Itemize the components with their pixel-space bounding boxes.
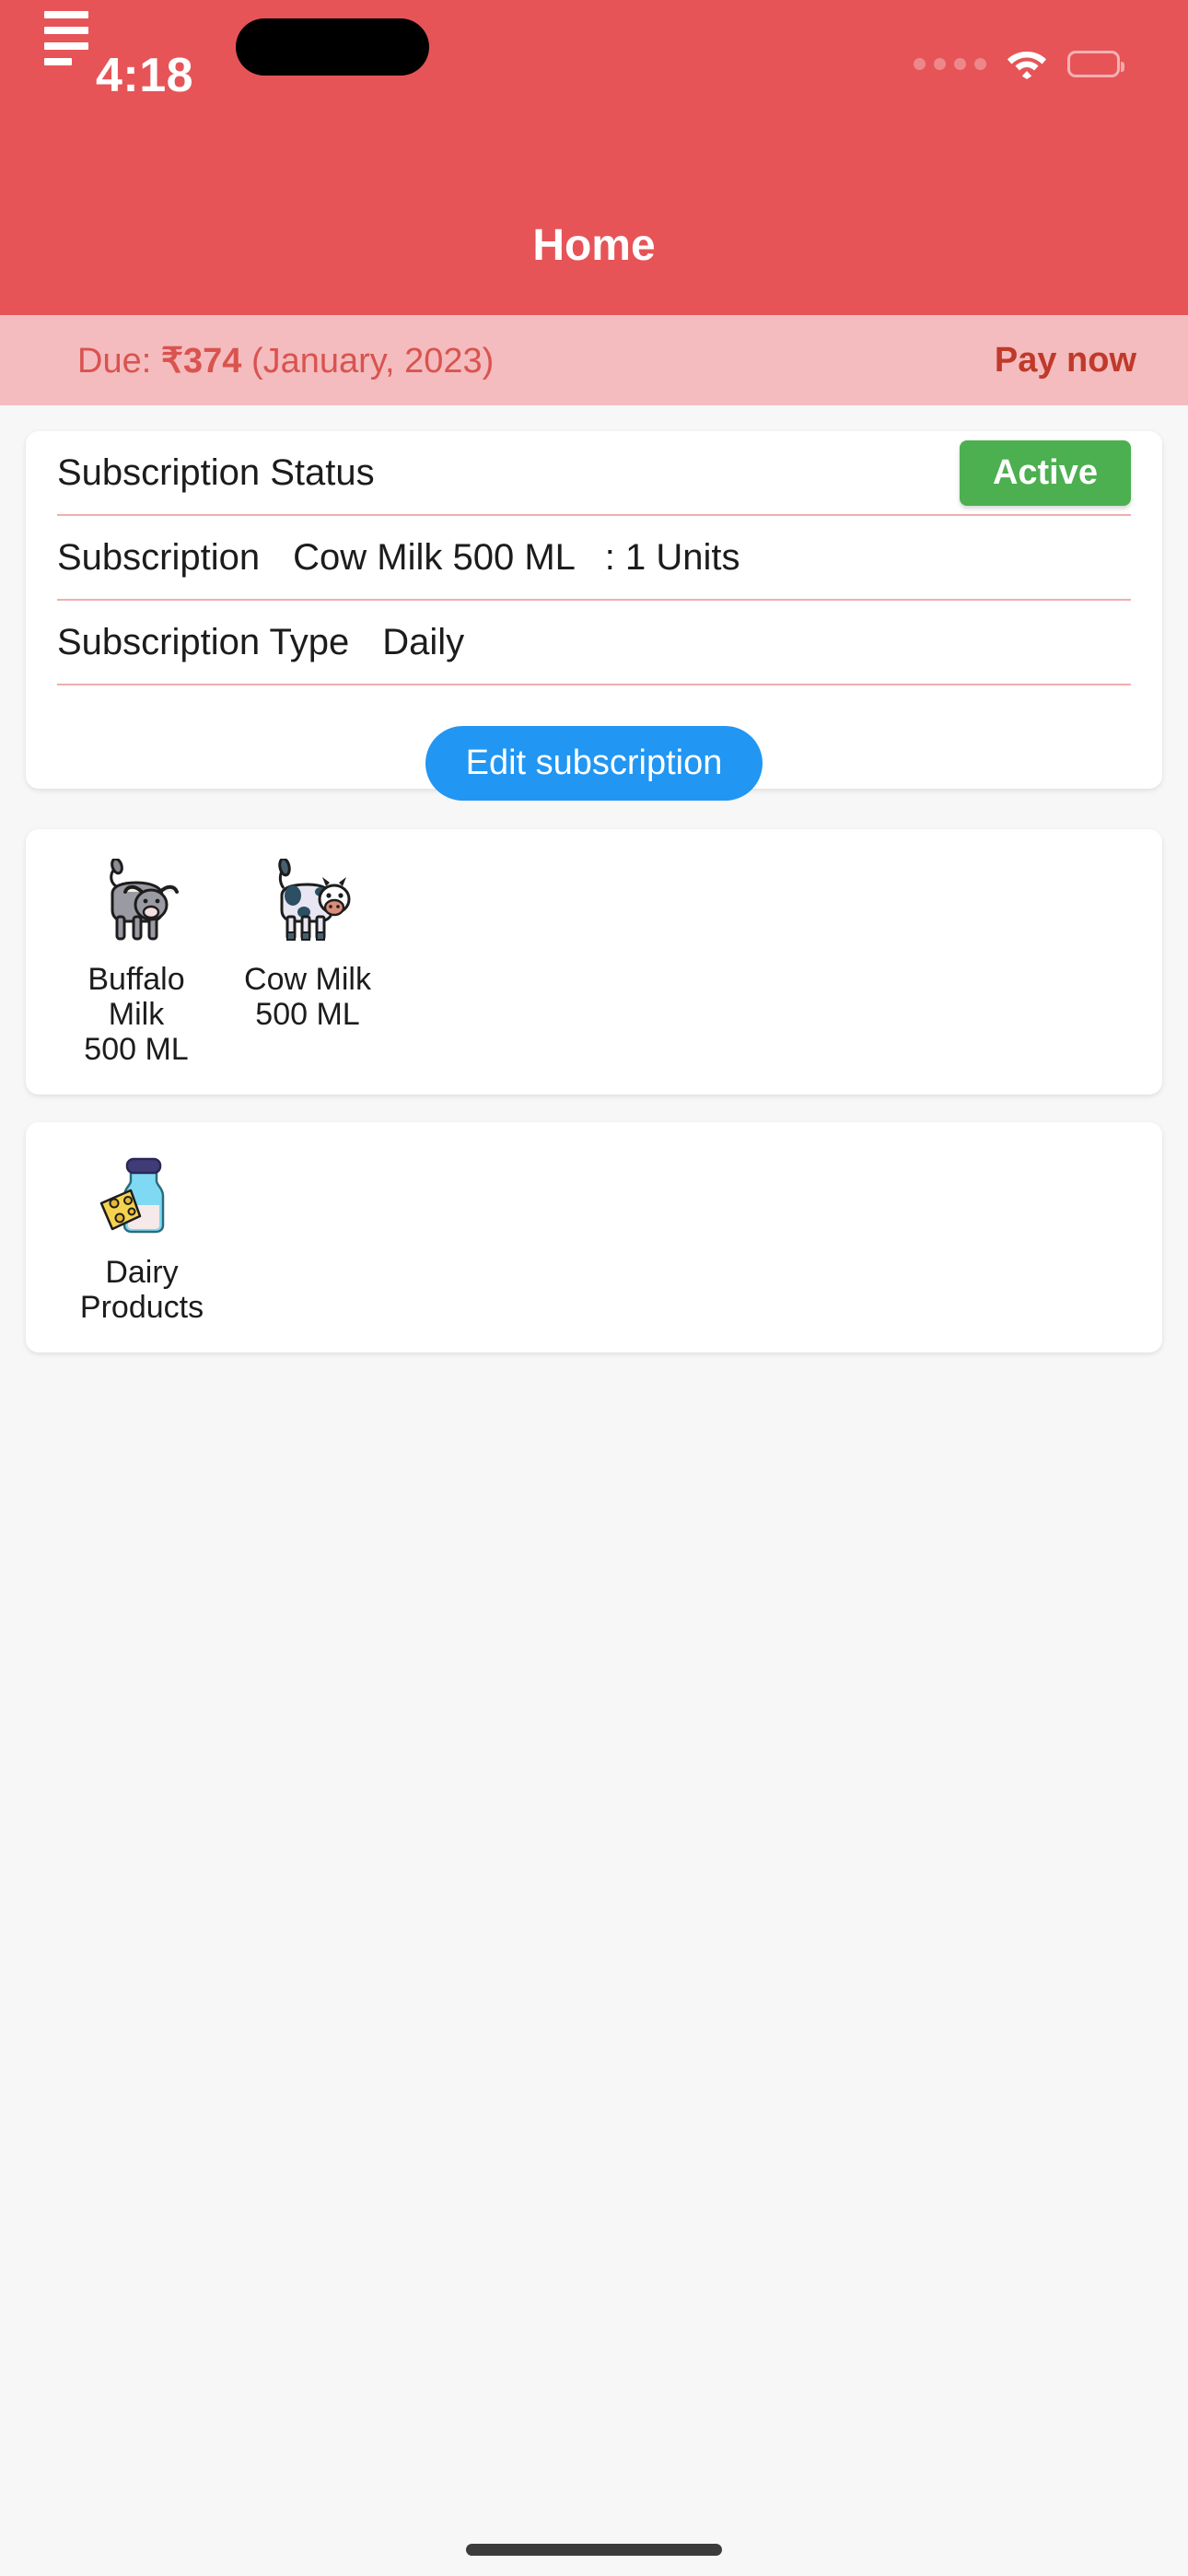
product-name: Dairy: [105, 1255, 179, 1291]
product-size: 500 ML: [84, 1032, 189, 1068]
product-label: Dairy Products: [57, 1255, 227, 1325]
due-prefix: Due:: [77, 341, 161, 381]
phone-screen: 4:18 Home Due: ₹374 (January, 2023) Pay …: [0, 0, 1188, 2576]
subscription-value: Cow Milk 500 ML : 1 Units: [293, 536, 740, 578]
product-label: Cow Milk 500 ML: [228, 962, 387, 1032]
edit-subscription-button[interactable]: Edit subscription: [425, 726, 763, 801]
product-name: Cow Milk: [244, 962, 371, 997]
signal-dots-icon: [914, 57, 986, 70]
product-item-buffalo-milk[interactable]: Buffalo Milk 500 ML: [57, 853, 215, 1067]
due-period: (January, 2023): [241, 341, 495, 381]
due-banner: Due: ₹374 (January, 2023) Pay now: [0, 315, 1188, 405]
edit-subscription-row: Edit subscription: [57, 685, 1131, 801]
milk-bottle-cheese-icon: [57, 1146, 227, 1242]
status-bar-indicators: [914, 48, 1124, 79]
home-indicator[interactable]: [466, 2544, 722, 2556]
subscription-card: Subscription Status Active Subscription …: [26, 431, 1162, 801]
cow-icon: [228, 853, 387, 949]
dynamic-island: [236, 18, 429, 76]
status-bar-clock: 4:18: [96, 49, 194, 102]
status-badge: Active: [959, 439, 1131, 506]
app-bar: Home: [0, 11, 1188, 315]
status-bar: 4:18: [0, 0, 1188, 175]
subscription-type-row: Subscription Type Daily: [57, 601, 1131, 685]
main-content: Subscription Status Active Subscription …: [0, 405, 1188, 2576]
milk-products-card: Buffalo Milk 500 ML Cow Milk 500 ML: [26, 829, 1162, 1095]
pay-now-button[interactable]: Pay now: [995, 341, 1136, 381]
wifi-icon: [1007, 48, 1047, 79]
subscription-status-row: Subscription Status Active: [57, 431, 1131, 516]
subscription-type-value: Daily: [382, 621, 465, 662]
due-text: Due: ₹374 (January, 2023): [77, 340, 494, 381]
product-size: 500 ML: [255, 997, 360, 1033]
page-title: Home: [532, 221, 656, 270]
subscription-row: Subscription Cow Milk 500 ML : 1 Units: [57, 516, 1131, 601]
product-name-line2: Products: [79, 1290, 204, 1326]
hamburger-menu-icon[interactable]: [44, 11, 109, 65]
buffalo-icon: [57, 853, 215, 949]
product-name: Buffalo Milk: [87, 962, 185, 1033]
product-label: Buffalo Milk 500 ML: [57, 962, 215, 1067]
due-amount: ₹374: [160, 341, 242, 381]
product-item-dairy-products[interactable]: Dairy Products: [57, 1146, 227, 1325]
subscription-label: Subscription: [57, 536, 261, 578]
subscription-status-label: Subscription Status: [57, 451, 375, 493]
subscription-type-label: Subscription Type: [57, 621, 350, 662]
product-item-cow-milk[interactable]: Cow Milk 500 ML: [228, 853, 387, 1067]
battery-full-icon: [1067, 50, 1124, 77]
dairy-products-card: Dairy Products: [26, 1122, 1162, 1353]
